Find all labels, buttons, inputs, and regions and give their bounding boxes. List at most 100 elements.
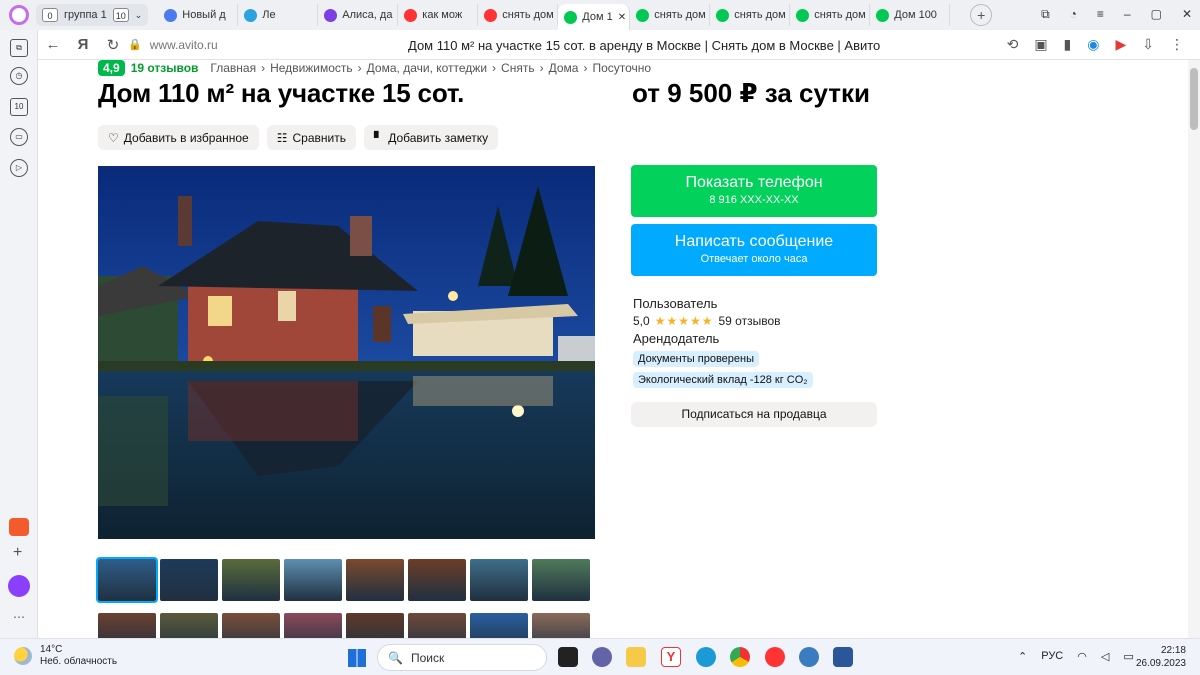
player-icon[interactable]: ▷ <box>10 159 28 177</box>
photo-thumbnail[interactable] <box>532 559 590 601</box>
time: 22:18 <box>1160 645 1186 656</box>
yandex-icon[interactable] <box>765 647 785 667</box>
alice-icon[interactable] <box>8 575 30 597</box>
seller-reviews-link[interactable]: 59 отзывов <box>718 314 780 328</box>
reviews-link[interactable]: 19 отзывов <box>131 61 199 75</box>
reload-icon[interactable]: ↻ <box>98 36 128 54</box>
photo-thumbnail[interactable] <box>470 559 528 601</box>
volume-icon[interactable]: ◁ <box>1101 650 1109 663</box>
browser-tab[interactable]: снять дом <box>710 4 791 26</box>
word-icon[interactable] <box>833 647 853 667</box>
menu-icon[interactable]: ≡ <box>1097 7 1104 22</box>
scrollbar-thumb[interactable] <box>1190 68 1198 130</box>
browser-tab[interactable]: снять дом <box>478 4 559 26</box>
translate-icon[interactable]: ⟲ <box>1007 36 1019 53</box>
system-clock[interactable]: 22:18 26.09.2023 <box>1136 644 1186 670</box>
breadcrumb-item[interactable]: Снять <box>501 61 535 75</box>
settings-icon[interactable]: ⋯ <box>13 610 25 624</box>
weather-widget[interactable]: 14°C Неб. облачность <box>14 644 117 668</box>
tab-group[interactable]: 0 группа 1 10 ⌄ <box>36 4 149 26</box>
browser-tab[interactable]: как мож <box>398 4 479 26</box>
browser-tab[interactable]: Дом 100 <box>870 4 951 26</box>
bookmark-icon[interactable]: ⧉ <box>1041 7 1050 22</box>
restore-icon[interactable]: ▢ <box>1151 7 1162 22</box>
photo-thumbnail[interactable] <box>408 613 466 638</box>
profile-avatar[interactable] <box>9 5 29 25</box>
mail-icon[interactable] <box>9 518 29 536</box>
bell-icon[interactable]: ◔ <box>1070 7 1077 22</box>
protect-icon[interactable]: ◉ <box>1087 36 1099 53</box>
reader-icon[interactable]: ▣ <box>1034 36 1047 53</box>
browser-tab[interactable]: снять дом <box>790 4 871 26</box>
photo-thumbnail[interactable] <box>408 559 466 601</box>
add-panel-icon[interactable]: + <box>13 544 22 562</box>
browser-tab[interactable]: Алиса, да <box>318 4 399 26</box>
photo-thumbnail[interactable] <box>284 613 342 638</box>
video-icon[interactable]: ▶ <box>1115 36 1126 53</box>
taskbar-search[interactable]: 🔍 Поиск <box>377 644 547 671</box>
photo-thumbnail[interactable] <box>532 613 590 638</box>
write-message-button[interactable]: Написать сообщение Отвечает около часа <box>631 224 877 276</box>
collections-icon[interactable]: ⧉ <box>10 39 28 57</box>
photo-thumbnail[interactable] <box>284 559 342 601</box>
breadcrumb-item[interactable]: Дома, дачи, коттеджи <box>367 61 487 75</box>
chevron-down-icon[interactable]: ⌄ <box>135 10 143 21</box>
chevron-up-icon[interactable]: ⌃ <box>1018 650 1027 663</box>
photo-thumbnail[interactable] <box>160 559 218 601</box>
note-button[interactable]: ▘ Добавить заметку <box>363 125 499 150</box>
start-icon[interactable] <box>348 649 366 667</box>
favorite-button[interactable]: ♡ Добавить в избранное <box>98 125 259 150</box>
compare-button[interactable]: ☷ Сравнить <box>266 125 356 150</box>
edge-icon[interactable] <box>696 647 716 667</box>
photo-thumbnail[interactable] <box>98 613 156 638</box>
browser-tab[interactable]: Дом 1 ✕ <box>558 4 631 30</box>
photo-thumbnail[interactable] <box>222 559 280 601</box>
browser-tab[interactable]: Ле <box>238 4 319 26</box>
language-indicator[interactable]: РУС <box>1041 650 1063 663</box>
new-tab-button[interactable]: + <box>970 4 993 26</box>
browser-tab[interactable]: Новый д <box>158 4 239 26</box>
network-globe-icon[interactable] <box>799 647 819 667</box>
breadcrumb-item[interactable]: Дома <box>549 61 579 75</box>
tabs-count-icon[interactable]: 10 <box>10 98 28 116</box>
photo-thumbnail[interactable] <box>470 613 528 638</box>
back-arrow-icon[interactable]: ← <box>38 36 68 53</box>
close-tab-icon[interactable]: ✕ <box>618 12 626 23</box>
tab-label: Ле <box>262 9 276 21</box>
page-scrollbar[interactable] <box>1188 60 1200 638</box>
breadcrumb-item[interactable]: Недвижимость <box>270 61 353 75</box>
chat-icon[interactable] <box>592 647 612 667</box>
bookmark-flag-icon[interactable]: ▮ <box>1064 36 1072 53</box>
tab-label: как мож <box>422 9 463 21</box>
seller-name[interactable]: Пользователь <box>633 296 813 311</box>
yandex-logo-icon[interactable]: Я <box>68 36 98 53</box>
main-photo[interactable] <box>98 166 595 539</box>
breadcrumb-separator: › <box>539 61 544 75</box>
close-window-icon[interactable]: ✕ <box>1182 7 1192 22</box>
screenshot-icon[interactable]: ▭ <box>10 128 28 146</box>
photo-thumbnail[interactable] <box>346 613 404 638</box>
photo-thumbnail[interactable] <box>160 613 218 638</box>
taskview-icon[interactable] <box>558 647 578 667</box>
history-icon[interactable]: ◷ <box>10 67 28 85</box>
show-phone-button[interactable]: Показать телефон 8 916 XXX-XX-XX <box>631 165 877 217</box>
download-icon[interactable]: ⇩ <box>1142 36 1154 53</box>
chrome-icon[interactable] <box>730 647 750 667</box>
photo-thumbnail[interactable] <box>346 559 404 601</box>
url-field[interactable]: www.avito.ru <box>150 38 218 52</box>
favorite-label: Добавить в избранное <box>123 130 249 145</box>
subscribe-seller-button[interactable]: Подписаться на продавца <box>631 402 877 427</box>
explorer-icon[interactable] <box>626 647 646 667</box>
breadcrumb-separator: › <box>261 61 266 75</box>
more-icon[interactable]: ⋮ <box>1170 36 1184 53</box>
breadcrumb-item[interactable]: Посуточно <box>592 61 651 75</box>
photo-thumbnail[interactable] <box>222 613 280 638</box>
yandex-browser-icon[interactable]: Y <box>661 647 681 667</box>
wifi-icon[interactable]: ◠ <box>1077 650 1087 663</box>
breadcrumb-item[interactable]: Главная <box>210 61 256 75</box>
minimize-icon[interactable]: – <box>1124 7 1131 22</box>
window-controls: ⧉ ◔ ≡ – ▢ ✕ <box>1041 7 1192 22</box>
battery-icon[interactable]: ▭ <box>1123 650 1133 663</box>
photo-thumbnail[interactable] <box>96 557 158 603</box>
browser-tab[interactable]: снять дом <box>630 4 711 26</box>
